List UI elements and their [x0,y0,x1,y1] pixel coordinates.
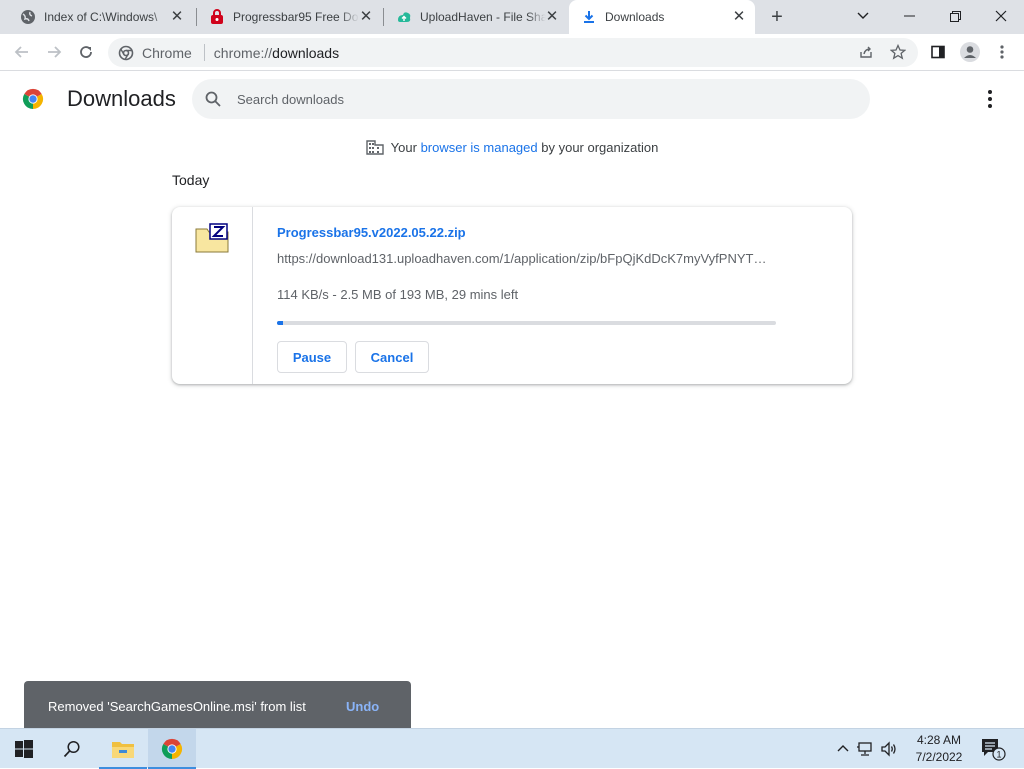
show-hidden-icons-chevron-icon[interactable] [836,742,850,756]
download-progress-fill [277,321,284,325]
network-icon[interactable] [856,741,874,757]
download-status: 114 KB/s - 2.5 MB of 193 MB, 29 mins lef… [277,287,519,302]
taskbar-search-button[interactable] [48,729,96,769]
tab-title: Index of C:\Windows\ [44,10,158,24]
file-icon-column [172,207,253,384]
cancel-button[interactable]: Cancel [355,341,429,373]
uploadhaven-icon [396,9,412,25]
action-center-icon[interactable]: 1 [980,737,1006,761]
back-arrow-icon[interactable] [10,40,34,64]
clock-time: 4:28 AM [916,733,962,747]
notification-count: 1 [996,750,1001,760]
tab-title: Downloads [605,10,665,24]
tab-search-chevron-icon[interactable] [840,0,886,32]
share-icon[interactable] [854,40,878,64]
browser-toolbar: Chrome chrome://downloads [0,34,1024,71]
tab-downloads[interactable]: Downloads ✕ [569,0,755,34]
search-icon [205,91,221,107]
progressbar95-icon [209,9,225,25]
site-name: Chrome [142,44,192,61]
managed-link[interactable]: browser is managed [421,140,538,155]
windows-taskbar: 4:28 AM 7/2/2022 1 [0,728,1024,769]
minimize-button[interactable] [886,0,932,32]
search-input[interactable] [237,91,837,107]
more-actions-icon[interactable] [978,87,1002,111]
zip-file-icon [195,223,229,253]
download-progress-bar [277,321,776,325]
restore-button[interactable] [932,0,978,32]
managed-notice: Your browser is managed by your organiza… [0,138,1024,156]
undo-button[interactable]: Undo [346,699,379,714]
chrome-icon [161,738,183,760]
page-title: Downloads [67,86,176,111]
close-tab-icon[interactable]: ✕ [169,9,185,25]
system-tray [836,729,898,769]
business-building-icon [365,140,384,155]
close-tab-icon[interactable]: ✕ [544,9,560,25]
date-section-label: Today [172,172,210,188]
tab-index-windows[interactable]: Index of C:\Windows\ ✕ [8,0,193,34]
toast-message: Removed 'SearchGamesOnline.msi' from lis… [48,699,306,714]
reload-icon[interactable] [74,40,98,64]
address-bar[interactable]: Chrome chrome://downloads [108,38,918,67]
profile-avatar-icon[interactable] [958,40,982,64]
search-icon [63,740,80,758]
managed-suffix: by your organization [541,139,659,155]
tab-title: Progressbar95 Free Do [233,10,359,24]
downloads-header: Downloads [0,71,1024,127]
taskbar-file-explorer[interactable] [99,729,147,769]
chrome-site-icon[interactable] [118,45,134,61]
system-clock[interactable]: 4:28 AM 7/2/2022 [904,732,974,766]
url-separator [203,44,205,61]
download-icon [581,9,597,25]
url-scheme: chrome:// [213,44,273,61]
windows-logo-icon [15,740,33,758]
close-tab-icon[interactable]: ✕ [358,9,374,25]
clock-date: 7/2/2022 [915,750,963,764]
managed-prefix: Your [390,139,417,155]
start-button[interactable] [0,729,48,769]
close-window-button[interactable] [978,0,1024,32]
volume-icon[interactable] [880,741,898,757]
search-downloads-box[interactable] [192,79,870,119]
tab-strip: Index of C:\Windows\ ✕ Progressbar95 Fre… [0,0,1024,34]
file-name-link[interactable]: Progressbar95.v2022.05.22.zip [277,225,466,240]
file-source-url[interactable]: https://download131.uploadhaven.com/1/ap… [277,251,777,266]
tab-uploadhaven[interactable]: UploadHaven - File Sha ✕ [384,0,568,34]
file-explorer-icon [112,742,134,758]
forward-arrow-icon[interactable] [42,40,66,64]
browser-menu-icon[interactable] [990,40,1014,64]
globe-icon [20,9,36,25]
url-host: downloads [272,44,340,61]
tab-progressbar95[interactable]: Progressbar95 Free Do ✕ [197,0,382,34]
pause-button[interactable]: Pause [277,341,347,373]
new-tab-button[interactable]: + [765,6,789,28]
bookmark-star-icon[interactable] [886,40,910,64]
chrome-logo-icon [22,88,44,110]
removed-toast: Removed 'SearchGamesOnline.msi' from lis… [24,681,411,729]
close-tab-icon[interactable]: ✕ [731,9,747,25]
download-item-card: Progressbar95.v2022.05.22.zip https://do… [172,207,852,384]
tab-title: UploadHaven - File Sha [420,10,546,24]
taskbar-chrome[interactable] [148,729,196,769]
side-panel-icon[interactable] [926,40,950,64]
